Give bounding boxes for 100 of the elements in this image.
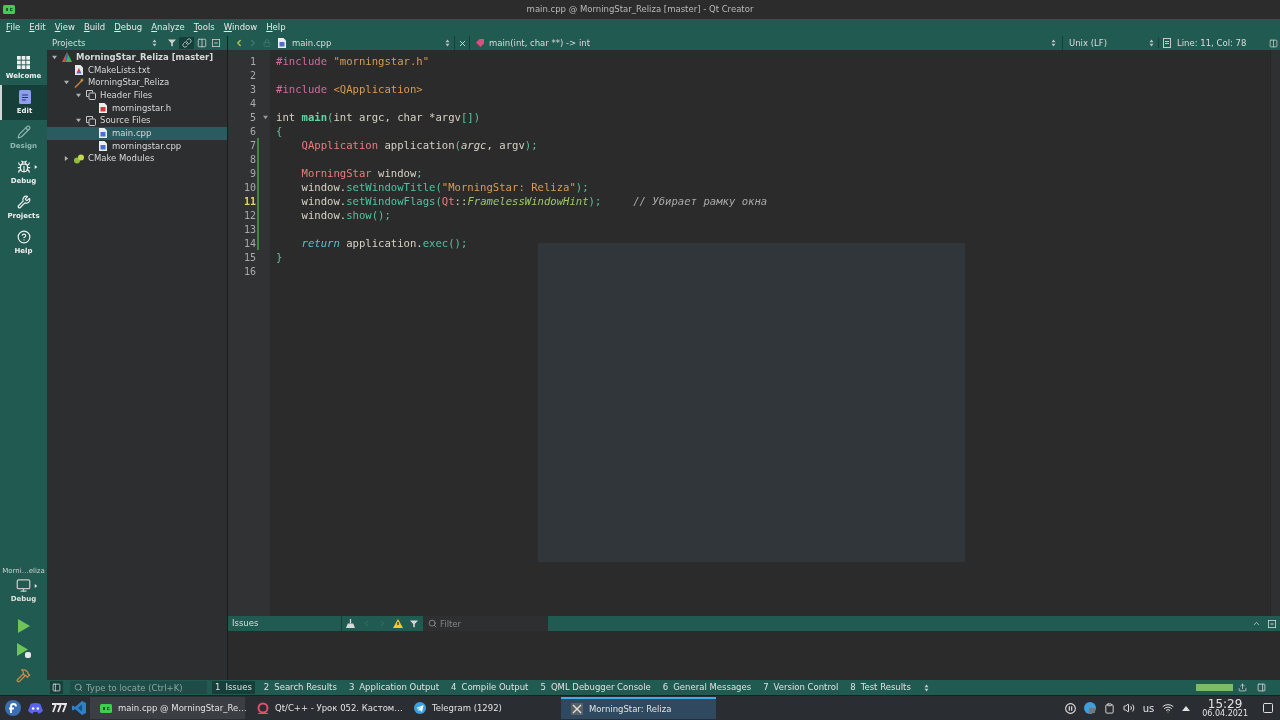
x-window-icon: [571, 703, 583, 715]
volume-icon: [1122, 702, 1135, 714]
show-desktop-button[interactable]: [1262, 702, 1274, 714]
line-number: 10: [242, 180, 256, 195]
code-editor-logo-icon: [71, 701, 86, 715]
task-button[interactable]: Qt/C++ - Урок 052. Кастом…: [247, 697, 402, 719]
network-button[interactable]: [1162, 702, 1175, 714]
sync-button[interactable]: [179, 37, 194, 49]
filter-field[interactable]: Filter: [423, 616, 548, 631]
details-button[interactable]: [1236, 683, 1248, 692]
line-number: 2: [248, 68, 256, 83]
caret-down-icon[interactable]: [51, 54, 57, 60]
line-number: 3: [248, 82, 256, 97]
sort-arrows-icon[interactable]: [152, 39, 157, 47]
menu-item[interactable]: Tools: [189, 21, 219, 34]
caret-down-icon[interactable]: [75, 118, 81, 124]
menu-item[interactable]: Window: [219, 21, 262, 34]
bug-icon: [16, 160, 31, 174]
tree-item[interactable]: MorningStar_Reliza [master]: [47, 51, 227, 64]
output-tab[interactable]: 1 Issues: [212, 681, 255, 694]
symbol-selector[interactable]: main(int, char **) -> int: [470, 36, 1062, 50]
right-sidebar-toggle-button[interactable]: [1255, 683, 1267, 692]
split-button[interactable]: [1266, 38, 1280, 48]
pause-icon: [1064, 702, 1076, 714]
media-button[interactable]: [1064, 702, 1076, 714]
filter-button[interactable]: [165, 37, 179, 49]
task-button[interactable]: MorningStar: Reliza: [561, 697, 716, 719]
menu-item[interactable]: Build: [79, 21, 110, 34]
task-button[interactable]: Telegram (1292): [404, 697, 559, 719]
ring-logo-icon: [257, 702, 269, 714]
caret-down-icon[interactable]: [75, 92, 81, 98]
locator-field[interactable]: Type to locate (Ctrl+K): [70, 681, 207, 694]
clipboard-button[interactable]: [1103, 702, 1115, 714]
fold-caret-down-icon[interactable]: [262, 114, 268, 120]
square-icon: [212, 39, 220, 47]
desktop-icon: [1262, 702, 1274, 714]
cursor-position[interactable]: Line: 11, Col: 78: [1174, 36, 1266, 50]
menu-item[interactable]: View: [50, 21, 79, 34]
menu-item[interactable]: Edit: [25, 21, 50, 34]
sidebar-toggle-button[interactable]: [50, 681, 63, 694]
sidebar-icon: [52, 683, 61, 692]
panel-title: Issues: [232, 617, 259, 630]
grid-icon: [17, 55, 30, 69]
menu-item[interactable]: Help: [262, 21, 290, 34]
tray-app-button[interactable]: [1083, 702, 1096, 714]
slashes-logo-icon: [50, 703, 67, 713]
output-tab[interactable]: 3 Application Output: [345, 681, 443, 694]
panel-title: Projects: [52, 36, 86, 50]
code-line: #include "morningstar.h": [276, 54, 430, 68]
output-tab[interactable]: 2 Search Results: [260, 681, 340, 694]
caret-down-icon[interactable]: [63, 80, 69, 86]
menu-item[interactable]: Analyze: [147, 21, 189, 34]
search-icon: [428, 619, 437, 628]
tree-item[interactable]: Source Files: [47, 114, 227, 128]
code-line: window.setWindowFlags(Qt::FramelessWindowHint); // Убирает рамку окна: [301, 194, 768, 208]
line-number: 1: [248, 54, 256, 69]
caret-right-icon[interactable]: [63, 156, 69, 162]
volume-button[interactable]: [1122, 702, 1135, 714]
keyboard-layout-indicator[interactable]: us: [1142, 700, 1155, 716]
tree-item[interactable]: CMakeLists.txt: [47, 63, 227, 77]
warning-icon: [393, 619, 403, 628]
output-tab[interactable]: 5 QML Debugger Console: [537, 681, 654, 694]
wrench-icon: [16, 195, 31, 209]
code-line: window.setWindowTitle("MorningStar: Reliza");: [301, 180, 589, 194]
document-icon: [1162, 38, 1171, 48]
lock-icon: [263, 39, 271, 47]
cubes-icon: [74, 153, 84, 164]
broom-icon: [345, 619, 355, 628]
folder-icon: [86, 90, 96, 101]
round-app-icon: [1083, 702, 1096, 714]
clock[interactable]: 15:29 06.04.2021: [1202, 698, 1248, 718]
file-icon: [278, 38, 286, 48]
vertical-scrollbar[interactable]: [1270, 50, 1280, 616]
tree-item[interactable]: CMake Modules: [47, 152, 227, 166]
task-button[interactable]: main.cpp @ MorningStar_Re…: [90, 697, 245, 719]
line-number: 11: [242, 194, 256, 209]
more-arrows-icon[interactable]: [923, 683, 929, 692]
warnings-button[interactable]: [390, 619, 406, 628]
tree-item[interactable]: morningstar.cpp: [47, 139, 227, 153]
tree-item[interactable]: MorningStar_Reliza: [47, 76, 227, 90]
menu-item[interactable]: File: [2, 21, 25, 34]
output-tab[interactable]: 8 Test Results: [847, 681, 914, 694]
menu-item[interactable]: Debug: [110, 21, 147, 34]
tree-item[interactable]: main.cpp: [47, 127, 227, 140]
search-icon: [74, 683, 83, 692]
launcher-button[interactable]: [4, 699, 21, 717]
document-icon: [18, 90, 31, 104]
tree-item[interactable]: Header Files: [47, 89, 227, 102]
file-selector[interactable]: main.cpp: [274, 36, 454, 50]
split-icon: [196, 38, 207, 48]
triangle-logo-icon: [62, 52, 72, 63]
line-number: 8: [248, 152, 256, 167]
output-tab[interactable]: 7 Version Control: [760, 681, 842, 694]
window-title: main.cpp @ MorningStar_Reliza [master] - Qt Creator: [526, 3, 754, 16]
tree-item[interactable]: morningstar.h: [47, 101, 227, 115]
output-tab[interactable]: 4 Compile Output: [448, 681, 532, 694]
close-panel-button[interactable]: [209, 37, 223, 49]
output-tab[interactable]: 6 General Messages: [659, 681, 755, 694]
tray-expand-button[interactable]: [1182, 705, 1191, 711]
code-line: window.show();: [301, 208, 391, 222]
